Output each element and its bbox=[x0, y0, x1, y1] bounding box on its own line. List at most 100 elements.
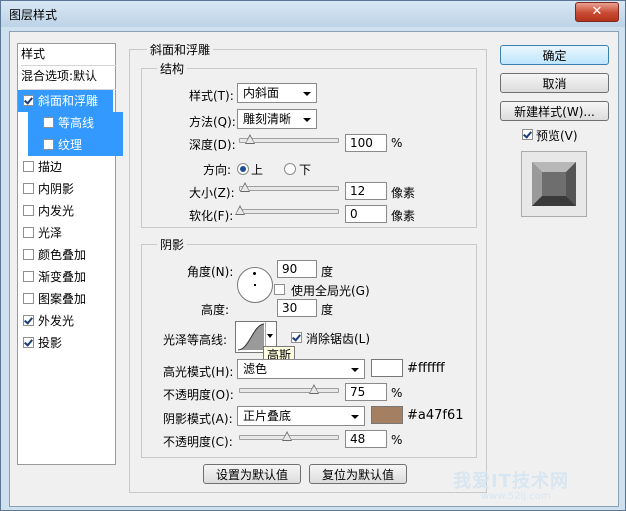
direction-down-radio[interactable] bbox=[284, 163, 296, 175]
technique-select-value: 雕刻清晰 bbox=[243, 112, 292, 126]
antialias-checkbox[interactable] bbox=[291, 332, 302, 343]
style-select-value: 内斜面 bbox=[243, 86, 280, 100]
list-item-color-overlay[interactable]: 颜色叠加 bbox=[18, 244, 113, 266]
shadow-opacity-label: 不透明度(C): bbox=[163, 435, 233, 449]
style-select[interactable]: 内斜面 bbox=[237, 83, 317, 103]
angle-input[interactable]: 90 bbox=[277, 260, 317, 278]
list-item-label: 渐变叠加 bbox=[38, 270, 87, 284]
checkbox-icon[interactable] bbox=[23, 315, 34, 326]
list-item-label: 描边 bbox=[38, 160, 63, 174]
style-list-header-label: 样式 bbox=[21, 47, 46, 61]
altitude-label: 高度: bbox=[201, 303, 230, 317]
checkbox-icon[interactable] bbox=[23, 161, 34, 172]
soften-slider-thumb[interactable] bbox=[235, 205, 245, 215]
highlight-opacity-label: 不透明度(O): bbox=[163, 388, 234, 402]
technique-label: 方法(Q): bbox=[189, 115, 236, 129]
set-default-button[interactable]: 设置为默认值 bbox=[203, 464, 301, 484]
cancel-button[interactable]: 取消 bbox=[500, 73, 609, 93]
contour-curve-icon bbox=[237, 323, 265, 351]
altitude-input[interactable]: 30 bbox=[277, 299, 317, 317]
direction-up-radio[interactable] bbox=[237, 163, 249, 175]
shadow-color-swatch[interactable] bbox=[371, 406, 403, 424]
soften-label: 软化(F): bbox=[189, 209, 234, 223]
list-item-bevel[interactable]: 斜面和浮雕 bbox=[18, 90, 113, 112]
list-item-stroke[interactable]: 描边 bbox=[18, 156, 113, 178]
highlight-hex: #ffffff bbox=[407, 361, 445, 376]
checkbox-icon[interactable] bbox=[23, 249, 34, 260]
highlight-opacity-unit: % bbox=[391, 386, 403, 400]
global-light-label: 使用全局光(G) bbox=[291, 284, 370, 298]
checkbox-icon[interactable] bbox=[23, 337, 34, 348]
direction-label: 方向: bbox=[203, 163, 232, 177]
depth-input[interactable]: 100 bbox=[345, 134, 387, 152]
list-item-inner-glow[interactable]: 内发光 bbox=[18, 200, 113, 222]
list-item-satin[interactable]: 光泽 bbox=[18, 222, 113, 244]
checkbox-icon[interactable] bbox=[23, 271, 34, 282]
shadow-mode-label: 阴影模式(A): bbox=[163, 412, 233, 426]
structure-group-title: 结构 bbox=[157, 60, 188, 77]
list-item-drop-shadow[interactable]: 投影 bbox=[18, 332, 113, 354]
chevron-down-icon bbox=[303, 92, 311, 96]
size-slider[interactable] bbox=[239, 182, 339, 192]
list-item-label: 颜色叠加 bbox=[38, 248, 87, 262]
checkbox-icon[interactable] bbox=[23, 205, 34, 216]
shadow-mode-select[interactable]: 正片叠底 bbox=[237, 406, 365, 426]
depth-slider[interactable] bbox=[239, 134, 339, 144]
blend-options-label: 混合选项:默认 bbox=[21, 69, 98, 83]
altitude-unit: 度 bbox=[321, 303, 334, 317]
shadow-opacity-slider[interactable] bbox=[239, 431, 339, 441]
checkbox-icon[interactable] bbox=[23, 293, 34, 304]
list-item-outer-glow[interactable]: 外发光 bbox=[18, 310, 113, 332]
angle-dial-marker bbox=[253, 272, 256, 275]
depth-unit: % bbox=[391, 136, 403, 150]
checkbox-icon[interactable] bbox=[43, 117, 54, 128]
shadow-opacity-input[interactable]: 48 bbox=[345, 430, 387, 448]
highlight-mode-select[interactable]: 滤色 bbox=[237, 359, 365, 379]
depth-label: 深度(D): bbox=[189, 138, 236, 152]
checkbox-icon[interactable] bbox=[23, 227, 34, 238]
highlight-color-swatch[interactable] bbox=[371, 359, 403, 377]
list-item-label: 内阴影 bbox=[38, 182, 75, 196]
highlight-opacity-input[interactable]: 75 bbox=[345, 383, 387, 401]
list-item-texture[interactable]: 纹理 bbox=[28, 134, 123, 156]
list-item-label: 等高线 bbox=[58, 116, 95, 130]
technique-select[interactable]: 雕刻清晰 bbox=[237, 109, 317, 129]
window-title: 图层样式 bbox=[9, 8, 58, 22]
highlight-mode-value: 滤色 bbox=[243, 362, 268, 376]
list-item-label: 纹理 bbox=[58, 138, 83, 152]
list-item-label: 图案叠加 bbox=[38, 292, 87, 306]
list-item-inner-shadow[interactable]: 内阴影 bbox=[18, 178, 113, 200]
checkbox-icon[interactable] bbox=[43, 139, 54, 150]
gloss-contour-label: 光泽等高线: bbox=[163, 333, 228, 347]
bevel-preview-icon bbox=[532, 162, 576, 206]
highlight-opacity-slider[interactable] bbox=[239, 384, 339, 394]
size-input[interactable]: 12 bbox=[345, 182, 387, 200]
angle-dial[interactable] bbox=[237, 267, 273, 303]
style-list-header[interactable]: 样式 bbox=[21, 45, 116, 66]
preview-checkbox[interactable] bbox=[522, 129, 533, 140]
chevron-down-icon bbox=[267, 334, 273, 338]
soften-input[interactable]: 0 bbox=[345, 205, 387, 223]
size-slider-thumb[interactable] bbox=[239, 182, 250, 192]
blend-options-item[interactable]: 混合选项:默认 bbox=[21, 65, 116, 90]
shadow-mode-value: 正片叠底 bbox=[243, 409, 292, 423]
close-button[interactable]: ✕ bbox=[575, 2, 619, 22]
list-item-contour[interactable]: 等高线 bbox=[28, 112, 123, 134]
angle-dial-center bbox=[254, 284, 256, 286]
list-item-label: 光泽 bbox=[38, 226, 63, 240]
shading-group-title: 阴影 bbox=[157, 236, 188, 253]
global-light-checkbox[interactable] bbox=[274, 284, 285, 295]
checkbox-icon[interactable] bbox=[23, 183, 34, 194]
highlight-opacity-thumb[interactable] bbox=[308, 384, 319, 394]
soften-slider[interactable] bbox=[235, 205, 339, 215]
list-item-pattern-overlay[interactable]: 图案叠加 bbox=[18, 288, 113, 310]
new-style-button[interactable]: 新建样式(W)... bbox=[500, 101, 609, 121]
bevel-group-title: 斜面和浮雕 bbox=[147, 41, 214, 58]
list-item-gradient-overlay[interactable]: 渐变叠加 bbox=[18, 266, 113, 288]
ok-button[interactable]: 确定 bbox=[500, 45, 609, 65]
reset-default-button[interactable]: 复位为默认值 bbox=[309, 464, 407, 484]
list-item-label: 内发光 bbox=[38, 204, 75, 218]
shadow-opacity-thumb[interactable] bbox=[282, 431, 293, 441]
checkbox-icon[interactable] bbox=[23, 95, 34, 106]
depth-slider-thumb[interactable] bbox=[244, 134, 255, 144]
